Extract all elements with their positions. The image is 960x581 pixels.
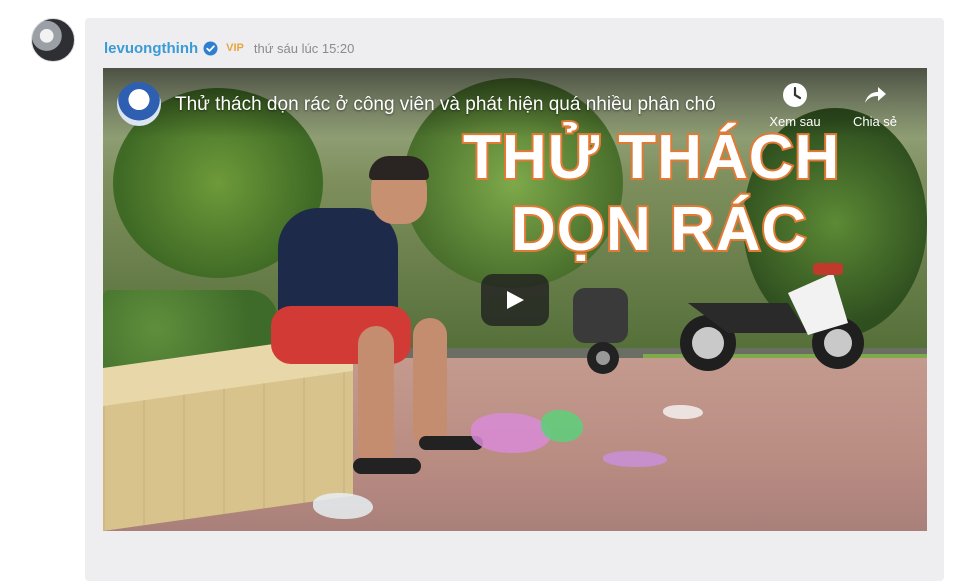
thumbnail-trash (541, 410, 583, 442)
play-icon (507, 291, 524, 309)
thumbnail-trash (663, 405, 703, 419)
thumbnail-person (353, 458, 421, 474)
share-arrow-icon (865, 87, 886, 103)
user-avatar[interactable] (31, 18, 75, 62)
check-badge-icon (203, 41, 218, 56)
username-link[interactable]: levuongthinh (104, 40, 198, 57)
vip-badge: VIP (226, 42, 244, 54)
video-embed[interactable]: Thử thách dọn rác ở công viên và phát hi… (103, 68, 927, 531)
thumbnail-person (413, 318, 447, 448)
thumbnail-motorbike (573, 288, 628, 374)
video-title[interactable]: Thử thách dọn rác ở công viên và phát hi… (175, 94, 716, 116)
clock-icon (783, 83, 807, 107)
thumbnail-person (358, 326, 394, 466)
share-label: Chia sẻ (852, 114, 898, 129)
post-header: levuongthinh VIP thứ sáu lúc 15:20 (104, 38, 354, 58)
play-button[interactable] (481, 274, 549, 326)
thumbnail-trash (603, 451, 667, 467)
thumbnail-motorbike (680, 263, 864, 371)
thumbnail-trash (313, 493, 373, 519)
thumbnail-trash (471, 413, 551, 453)
share-button[interactable]: Chia sẻ (843, 82, 907, 129)
channel-avatar[interactable] (117, 82, 161, 126)
post-card: levuongthinh VIP thứ sáu lúc 15:20 Thử t… (85, 18, 944, 581)
thumbnail-headline-line2: DỌN RÁC (509, 193, 808, 266)
post-timestamp[interactable]: thứ sáu lúc 15:20 (254, 41, 355, 56)
thumbnail-headline-line1: THỬ THÁCH (461, 121, 841, 194)
thumbnail-person (369, 156, 429, 180)
